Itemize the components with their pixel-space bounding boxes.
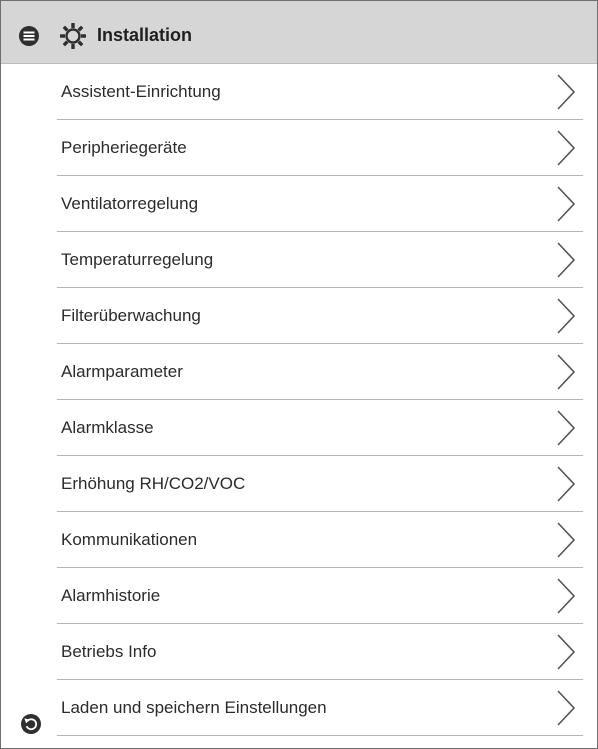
chevron-right-icon <box>557 522 576 558</box>
chevron-right-icon <box>557 410 576 446</box>
chevron-right-icon <box>557 298 576 334</box>
menu-item-label: Temperaturregelung <box>61 250 214 269</box>
menu-item-label: Assistent-Einrichtung <box>61 82 221 101</box>
menu-item-laden-speichern-einstellungen[interactable]: Laden und speichern Einstellungen <box>57 680 583 736</box>
menu-item-label: Ventilatorregelung <box>61 194 199 213</box>
menu-item-erhoehung-rh-co2-voc[interactable]: Erhöhung RH/CO2/VOC <box>57 456 583 512</box>
chevron-right-icon <box>557 690 576 726</box>
menu-item-betriebs-info[interactable]: Betriebs Info <box>57 624 583 680</box>
back-icon[interactable] <box>20 713 42 735</box>
menu-item-ventilatorregelung[interactable]: Ventilatorregelung <box>57 176 583 232</box>
menu-item-alarmklasse[interactable]: Alarmklasse <box>57 400 583 456</box>
chevron-right-icon <box>557 242 576 278</box>
menu-item-label: Laden und speichern Einstellungen <box>61 698 327 717</box>
menu-item-kommunikationen[interactable]: Kommunikationen <box>57 512 583 568</box>
chevron-right-icon <box>557 74 576 110</box>
chevron-right-icon <box>557 354 576 390</box>
page-title: Installation <box>97 25 193 45</box>
chevron-right-icon <box>557 466 576 502</box>
menu-item-peripheriegeraete[interactable]: Peripheriegeräte <box>57 120 583 176</box>
menu-item-temperaturregelung[interactable]: Temperaturregelung <box>57 232 583 288</box>
menu-item-label: Kommunikationen <box>61 530 198 549</box>
menu-item-label: Alarmklasse <box>61 418 154 437</box>
menu-item-label: Alarmhistorie <box>61 586 161 605</box>
menu-item-label: Peripheriegeräte <box>61 138 187 157</box>
gear-icon <box>60 23 86 49</box>
chevron-right-icon <box>557 634 576 670</box>
chevron-right-icon <box>557 186 576 222</box>
menu-item-assistent-einrichtung[interactable]: Assistent-Einrichtung <box>57 64 583 120</box>
menu-item-label: Erhöhung RH/CO2/VOC <box>61 474 246 493</box>
chevron-right-icon <box>557 130 576 166</box>
chevron-right-icon <box>557 578 576 614</box>
menu-icon[interactable] <box>18 25 40 47</box>
menu-item-label: Filterüberwachung <box>61 306 201 325</box>
menu-item-alarmparameter[interactable]: Alarmparameter <box>57 344 583 400</box>
menu-item-filterueberwachung[interactable]: Filterüberwachung <box>57 288 583 344</box>
menu-item-label: Betriebs Info <box>61 642 157 661</box>
header-bar: Installation <box>1 1 597 64</box>
settings-menu-list: Assistent-Einrichtung Peripheriegeräte V… <box>57 64 583 736</box>
menu-item-alarmhistorie[interactable]: Alarmhistorie <box>57 568 583 624</box>
menu-item-label: Alarmparameter <box>61 362 183 381</box>
installation-screen: Installation Assistent-Einrichtung Perip… <box>0 0 598 749</box>
